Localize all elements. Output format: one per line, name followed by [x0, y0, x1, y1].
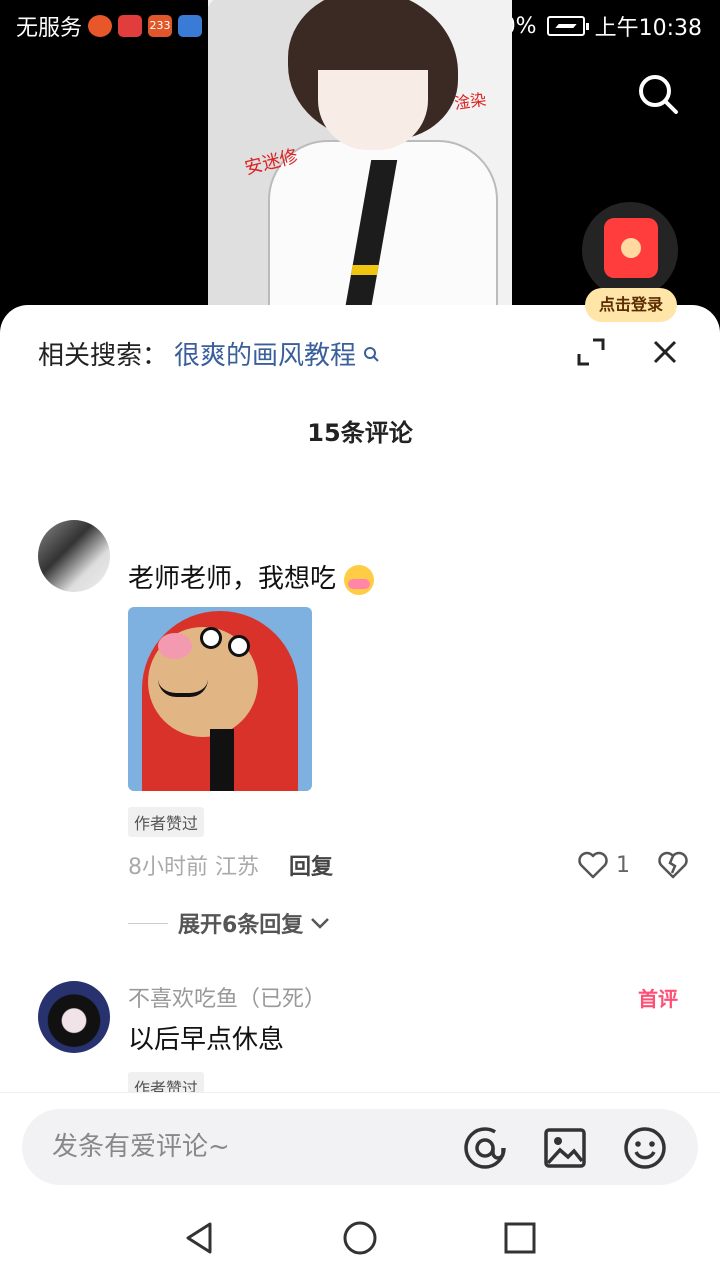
- comment-item: 老师老师，我想吃 作者赞过 8小时前 江苏 回复 1 展开6条回复: [38, 520, 688, 940]
- related-search-prefix: 相关搜索：: [38, 341, 169, 371]
- shop-notification-icon: [118, 15, 143, 37]
- expand-replies-label: 展开6条回复: [178, 913, 304, 938]
- reply-button[interactable]: 回复: [289, 849, 333, 881]
- expand-replies-button[interactable]: 展开6条回复: [128, 907, 688, 939]
- comment-text-content: 老师老师，我想吃: [128, 564, 337, 594]
- fullscreen-icon[interactable]: [576, 337, 606, 367]
- system-nav-bar: [0, 1192, 720, 1280]
- app-233-icon: 233: [148, 15, 173, 37]
- hug-emoji-icon: [344, 564, 375, 595]
- chevron-down-icon: [311, 918, 330, 929]
- comment-text: 以后早点休息: [128, 1025, 285, 1055]
- login-button[interactable]: 点击登录: [585, 288, 677, 322]
- related-search[interactable]: 相关搜索： 很爽的画风教程: [38, 335, 380, 372]
- battery-icon: [546, 16, 589, 36]
- like-button[interactable]: 1: [578, 851, 630, 879]
- comment-input[interactable]: [52, 1127, 432, 1167]
- red-envelope-icon: [604, 218, 658, 278]
- comment-username[interactable]: [128, 520, 688, 548]
- clock: 上午10:38: [594, 16, 702, 41]
- comment-time-location: 8小时前 江苏: [128, 855, 259, 880]
- shield-icon: [178, 15, 203, 37]
- video-frame[interactable]: 安迷修 淦染: [208, 0, 512, 305]
- recents-icon[interactable]: [502, 1220, 538, 1256]
- comment-input-bar: [0, 1092, 720, 1192]
- comment-text: 老师老师，我想吃: [128, 558, 688, 595]
- close-icon[interactable]: [650, 337, 680, 367]
- comment-image[interactable]: [128, 607, 312, 791]
- emoji-icon[interactable]: [622, 1125, 668, 1171]
- comment-count-title: 15条评论: [307, 419, 413, 447]
- carrier-label: 无服务: [16, 16, 83, 41]
- mention-icon[interactable]: [462, 1125, 508, 1171]
- red-envelope-button[interactable]: [582, 202, 678, 298]
- first-comment-badge: 首评: [638, 987, 678, 1011]
- author-liked-badge: 作者赞过: [128, 807, 205, 837]
- comment-username[interactable]: 不喜欢吃鱼（已死）: [128, 981, 688, 1012]
- heart-icon: [578, 851, 608, 879]
- signature-right: 淦染: [453, 89, 488, 114]
- home-icon[interactable]: [342, 1220, 378, 1256]
- comment-item: 不喜欢吃鱼（已死） 以后早点休息 作者赞过 首评: [38, 981, 688, 1102]
- like-count: 1: [616, 852, 630, 878]
- search-icon[interactable]: [636, 72, 680, 116]
- comment-meta: 8小时前 江苏 回复 1: [128, 849, 688, 881]
- related-search-keyword[interactable]: 很爽的画风教程: [174, 335, 356, 372]
- avatar[interactable]: [38, 981, 110, 1053]
- comment-input-container[interactable]: [22, 1109, 698, 1185]
- dislike-icon[interactable]: [658, 851, 688, 879]
- avatar[interactable]: [38, 520, 110, 592]
- image-icon[interactable]: [542, 1125, 588, 1171]
- back-icon[interactable]: [182, 1220, 218, 1256]
- search-small-icon: [364, 346, 379, 362]
- app-notification-icon: [88, 15, 113, 37]
